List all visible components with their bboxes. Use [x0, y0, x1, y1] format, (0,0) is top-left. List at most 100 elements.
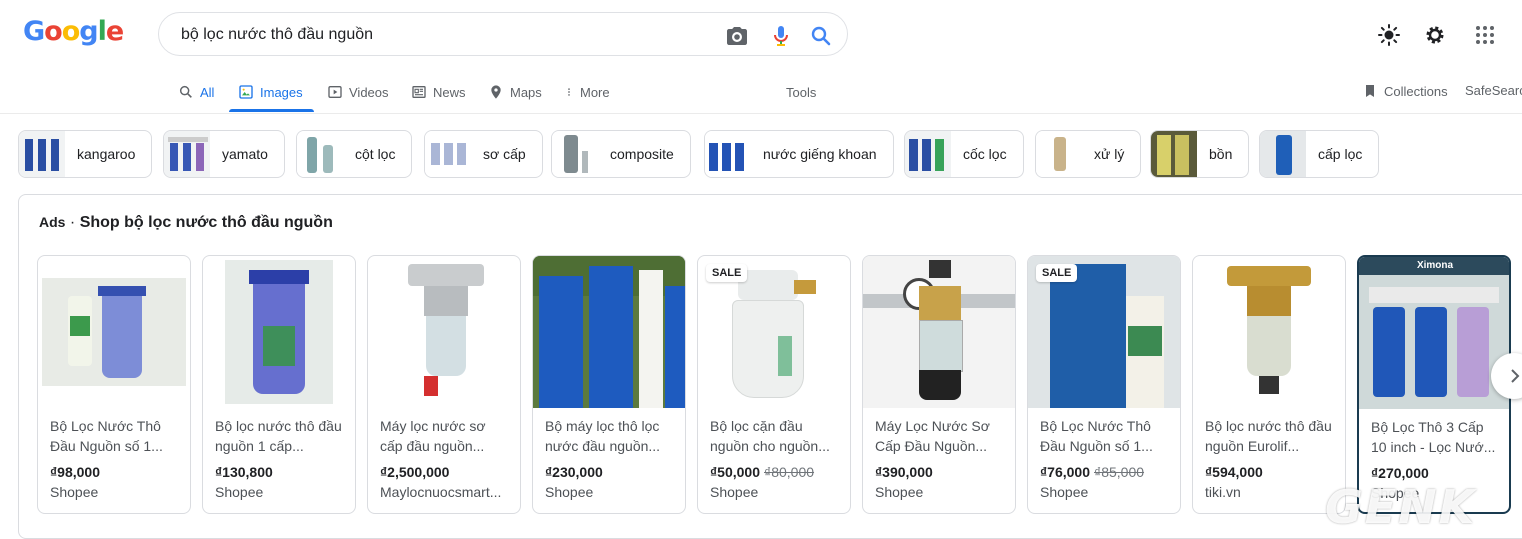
product-title: Bộ máy lọc thô lọc nước đầu nguồn... — [545, 418, 661, 454]
tab-maps[interactable]: Maps — [488, 82, 542, 102]
image-icon — [239, 85, 253, 99]
tab-images[interactable]: Images — [238, 82, 303, 102]
chip-kangaroo[interactable]: kangaroo — [18, 130, 153, 178]
product-title: Máy lọc nước sơ cấp đầu nguồn... — [380, 418, 486, 454]
price-value: ₫594,000 — [1205, 464, 1263, 480]
chip-yamato[interactable]: yamato — [163, 130, 285, 178]
product-title: Bộ lọc nước thô đầu nguồn 1 cấp... — [215, 418, 342, 454]
search-input[interactable] — [179, 23, 703, 47]
product-price: ₫390,000 — [875, 464, 933, 480]
price-value: ₫2,500,000 — [380, 464, 450, 480]
tab-label: Images — [260, 84, 303, 100]
chip-label: cột lọc — [355, 146, 396, 162]
more-vert-icon — [568, 88, 570, 96]
price-value: ₫230,000 — [545, 464, 603, 480]
product-image — [533, 256, 685, 408]
product-price: ₫50,000 ₫80,000 — [710, 464, 814, 480]
product-title: Bộ lọc cặn đầu nguồn cho nguồn... — [710, 418, 830, 454]
product-price: ₫76,000 ₫85,000 — [1040, 464, 1144, 480]
gear-icon[interactable] — [1423, 23, 1447, 47]
product-card[interactable]: Máy lọc nước sơ cấp đầu nguồn... ₫2,500,… — [367, 255, 521, 514]
tools-button[interactable]: Tools — [786, 82, 816, 102]
ads-heading: Ads · Shop bộ lọc nước thô đầu nguồn — [39, 214, 333, 232]
chip-cap-loc[interactable]: cấp lọc — [1259, 130, 1380, 178]
product-image — [38, 256, 190, 408]
collections-label: Collections — [1384, 83, 1448, 99]
product-store: tiki.vn — [1205, 484, 1241, 500]
product-image: Ximona — [1359, 257, 1509, 409]
product-store: Shopee — [50, 484, 99, 500]
chip-thumbnail — [1260, 131, 1306, 177]
chip-so-cap[interactable]: sơ cấp — [424, 130, 543, 178]
search-box[interactable] — [158, 12, 848, 56]
chip-bon[interactable]: bồn — [1150, 130, 1250, 178]
search-icon[interactable] — [809, 24, 833, 48]
product-store: Shopee — [545, 484, 594, 500]
chip-nuoc-gieng-khoan[interactable]: nước giếng khoan — [704, 130, 894, 178]
camera-icon[interactable] — [725, 24, 749, 48]
product-card[interactable]: Bộ lọc nước thô đầu nguồn Eurolif... ₫59… — [1192, 255, 1346, 514]
product-card[interactable]: SALE Bộ lọc cặn đầu nguồn cho nguồn... ₫… — [697, 255, 851, 514]
product-store: Shopee — [215, 484, 264, 500]
pin-icon — [491, 85, 501, 99]
tab-videos[interactable]: Videos — [327, 82, 389, 102]
logo-letter: e — [105, 16, 124, 47]
header-divider — [0, 113, 1522, 114]
price-value: ₫390,000 — [875, 464, 933, 480]
tab-label: Maps — [510, 84, 542, 100]
product-card[interactable]: Bộ Lọc Nước Thô Đầu Nguồn số 1... ₫98,00… — [37, 255, 191, 514]
chip-label: nước giếng khoan — [763, 146, 877, 162]
product-image — [203, 256, 355, 408]
product-store: Shopee — [875, 484, 924, 500]
product-price: ₫2,500,000 — [380, 464, 449, 480]
product-store: Shopee — [1040, 484, 1089, 500]
product-title: Bộ lọc nước thô đầu nguồn Eurolif... — [1205, 418, 1332, 454]
chip-composite[interactable]: composite — [551, 130, 691, 178]
safesearch-link[interactable]: SafeSearch — [1465, 83, 1522, 98]
product-card[interactable]: Bộ máy lọc thô lọc nước đầu nguồn... ₫23… — [532, 255, 686, 514]
apps-grid-icon[interactable] — [1473, 23, 1497, 47]
chip-thumbnail — [905, 131, 951, 177]
product-title: Bộ Lọc Nước Thô Đầu Nguồn số 1... — [1040, 418, 1153, 454]
original-price: ₫85,000 — [1094, 464, 1145, 480]
chip-thumbnail — [425, 131, 471, 177]
product-card[interactable]: Máy Lọc Nước Sơ Cấp Đầu Nguồn... ₫390,00… — [862, 255, 1016, 514]
price-value: ₫76,000 — [1040, 464, 1091, 480]
logo-letter: o — [61, 16, 81, 47]
safesearch-label: SafeSearch — [1465, 83, 1522, 98]
product-card[interactable]: Bộ lọc nước thô đầu nguồn 1 cấp... ₫130,… — [202, 255, 356, 514]
tab-label: More — [580, 84, 610, 100]
product-image — [368, 256, 520, 408]
chip-coc-loc[interactable]: cốc lọc — [904, 130, 1024, 178]
product-image: SALE — [1028, 256, 1180, 408]
tab-news[interactable]: News — [411, 82, 466, 102]
tab-label: Videos — [349, 84, 389, 100]
chip-thumbnail — [19, 131, 65, 177]
product-image: SALE — [698, 256, 850, 408]
price-value: ₫98,000 — [50, 464, 101, 480]
ads-separator: · — [69, 214, 76, 231]
chip-label: kangaroo — [77, 146, 136, 162]
tools-label: Tools — [786, 84, 817, 100]
price-value: ₫130,800 — [215, 464, 273, 480]
active-tab-indicator — [229, 109, 314, 112]
microphone-icon[interactable] — [769, 24, 793, 48]
product-card[interactable]: Ximona Bộ Lọc Thô 3 Cấp 10 inch - Lọc Nư… — [1357, 255, 1511, 514]
tab-all[interactable]: All — [178, 82, 214, 102]
collections-link[interactable]: Collections — [1362, 83, 1448, 99]
price-value: ₫50,000 — [710, 464, 761, 480]
product-card[interactable]: SALE Bộ Lọc Nước Thô Đầu Nguồn số 1... ₫… — [1027, 255, 1181, 514]
chip-xu-ly[interactable]: xử lý — [1035, 130, 1142, 178]
logo-letter: G — [23, 16, 45, 47]
chip-label: composite — [610, 146, 674, 162]
chip-cot-loc[interactable]: cột lọc — [296, 130, 413, 178]
product-title: Bộ Lọc Nước Thô Đầu Nguồn số 1... — [50, 418, 163, 454]
product-price: ₫594,000 — [1205, 464, 1263, 480]
google-logo[interactable]: Google — [23, 16, 124, 47]
product-title: Máy Lọc Nước Sơ Cấp Đầu Nguồn... — [875, 418, 990, 454]
original-price: ₫80,000 — [764, 464, 815, 480]
sale-badge: SALE — [1036, 264, 1078, 282]
tab-more[interactable]: More — [564, 82, 610, 102]
brightness-icon[interactable] — [1377, 23, 1401, 47]
chip-label: cốc lọc — [963, 146, 1007, 162]
